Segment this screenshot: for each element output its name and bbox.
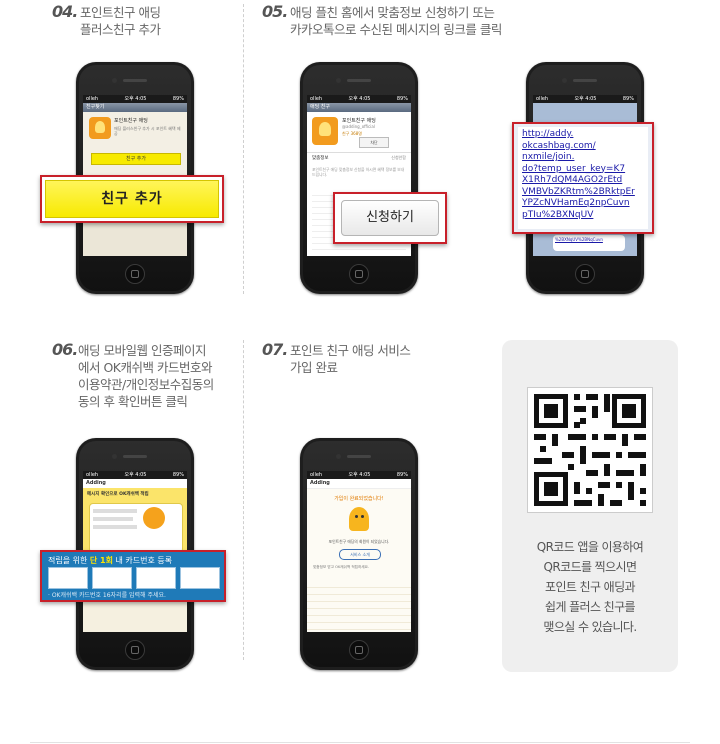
card-register-title: 적립을 위한 단 1회 내 카드번호 등록 <box>48 556 173 565</box>
step-description: 애딩 플친 홈에서 맞춤정보 신청하기 또는 카카오톡으로 수신된 메시지의 링… <box>290 5 502 37</box>
step-04-heading: 04. 포인트친구 애딩 플러스친구 추가 <box>52 2 161 37</box>
home-button-icon <box>575 264 595 284</box>
step-number: 07. <box>262 340 288 359</box>
join-link[interactable]: http://addy. okcashbag.com/ nxmile/join.… <box>518 127 648 229</box>
home-button-icon <box>125 264 145 284</box>
bottom-rule <box>30 742 690 743</box>
qr-panel: QR코드 앱을 이용하여 QR코드를 찍으시면 포인트 친구 애딩과 쉽게 플러… <box>502 340 678 672</box>
phone-screen: olleh 오후 4:05 89% Adding 가입이 완료되었습니다! 포인트친… <box>307 471 411 632</box>
qr-caption: QR코드 앱을 이용하여 QR코드를 찍으시면 포인트 친구 애딩과 쉽게 플러… <box>536 540 644 634</box>
card-number-field-3[interactable] <box>136 567 176 589</box>
step-number: 05. <box>262 2 288 21</box>
step-05-heading: 05. 애딩 플친 홈에서 맞춤정보 신청하기 또는 카카오톡으로 수신된 메시… <box>262 2 502 37</box>
add-friend-button-small[interactable]: 친구 추가 <box>91 153 181 165</box>
step-description: 포인트 친구 애딩 서비스 가입 완료 <box>290 343 411 375</box>
apply-callout: 신청하기 <box>333 192 447 244</box>
qr-code-icon[interactable] <box>528 388 652 512</box>
adding-logo <box>89 117 111 139</box>
add-friend-callout: 친구 추가 <box>40 175 224 223</box>
step-description: 포인트친구 애딩 플러스친구 추가 <box>80 5 161 37</box>
separator-1 <box>243 4 244 294</box>
step-07-heading: 07. 포인트 친구 애딩 서비스 가입 완료 <box>262 340 411 375</box>
card-number-field-1[interactable] <box>48 567 88 589</box>
phone-step-07: olleh 오후 4:05 89% Adding 가입이 완료되었습니다! 포인트친… <box>300 438 418 670</box>
home-button-icon <box>349 264 369 284</box>
home-button-icon <box>125 640 145 660</box>
phone-step-05a: olleh 오후 4:05 89% 애딩 친구 포인트친구 애딩 @adding_o… <box>300 62 418 294</box>
adding-logo <box>312 117 338 145</box>
step-description: 애딩 모바일웹 인증페이지 에서 OK캐쉬백 카드번호와 이용약관/개인정보수집… <box>78 343 214 409</box>
home-button-icon <box>349 640 369 660</box>
step-number: 04. <box>52 2 78 21</box>
adding-mascot <box>345 505 373 533</box>
add-friend-button[interactable]: 친구 추가 <box>45 180 219 218</box>
card-number-callout: 적립을 위한 단 1회 내 카드번호 등록 · OK캐쉬백 카드번호 16자리를… <box>40 550 226 602</box>
step-number: 06. <box>52 340 78 359</box>
card-number-field-4[interactable] <box>180 567 220 589</box>
link-callout: http://addy. okcashbag.com/ nxmile/join.… <box>512 122 654 234</box>
service-intro-button[interactable]: 서비스 소개 <box>339 549 381 560</box>
step-06-heading: 06. 애딩 모바일웹 인증페이지 에서 OK캐쉬백 카드번호와 이용약관/개인… <box>52 340 214 409</box>
card-number-field-2[interactable] <box>92 567 132 589</box>
block-button[interactable]: 차단 <box>359 137 389 148</box>
apply-button[interactable]: 신청하기 <box>341 200 439 236</box>
